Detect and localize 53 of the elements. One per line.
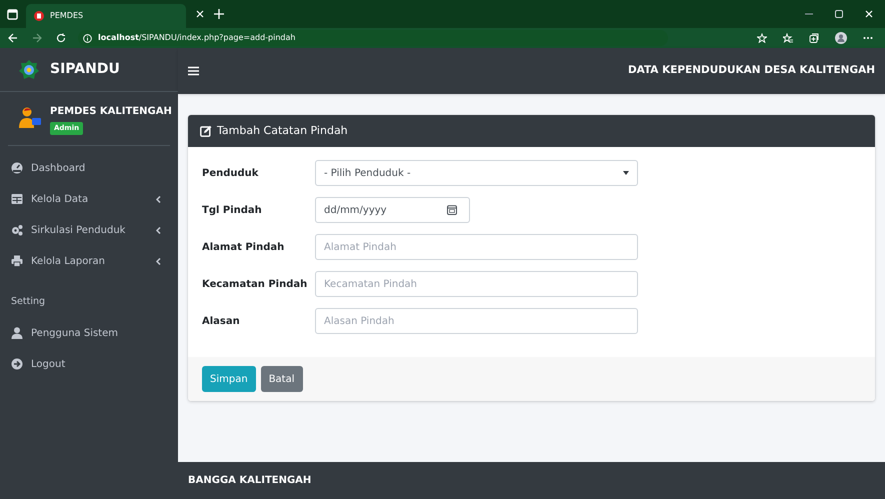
sidebar-item[interactable]: Sirkulasi Penduduk — [8, 214, 170, 246]
menu-icon[interactable] — [188, 66, 199, 76]
input-field[interactable]: Alasan Pindah — [315, 308, 638, 334]
arrow-circle-icon — [11, 358, 23, 370]
close-icon[interactable] — [196, 10, 204, 18]
field-label: Alamat Pindah — [202, 240, 286, 254]
printer-icon — [11, 255, 23, 267]
logo-icon — [18, 58, 40, 80]
sidebar-item[interactable]: Dashboard — [8, 152, 170, 184]
tab-title: PEMDES — [50, 10, 84, 22]
info-icon — [83, 34, 92, 42]
profile-icon[interactable] — [835, 32, 847, 44]
maximize-icon[interactable] — [835, 10, 843, 18]
more-icon[interactable] — [863, 36, 873, 40]
field-label: Penduduk — [202, 166, 260, 180]
favorites-icon[interactable] — [783, 33, 793, 43]
field-label: Alasan — [202, 314, 241, 328]
user-icon — [11, 327, 23, 340]
forward-icon[interactable] — [32, 33, 42, 43]
brand-name[interactable]: SIPANDU — [50, 59, 120, 80]
input-field[interactable]: Kecamatan Pindah — [315, 271, 638, 297]
gears-icon — [11, 224, 23, 236]
sidebar-item[interactable]: Kelola Laporan — [8, 246, 170, 276]
sidebar-item[interactable]: Kelola Data — [8, 184, 170, 214]
table-icon — [11, 193, 23, 205]
gauge-icon — [11, 162, 23, 174]
user-avatar-icon — [18, 106, 42, 130]
collections-icon[interactable] — [809, 33, 819, 43]
new-tab-icon[interactable] — [214, 9, 224, 19]
input-field[interactable]: Alamat Pindah — [315, 234, 638, 260]
cancel-button[interactable]: Batal — [260, 366, 303, 392]
date-field[interactable]: dd/mm/yyyy — [315, 197, 470, 223]
browser-tab[interactable]: PEMDES — [26, 4, 186, 28]
url-text[interactable]: localhost/SIPANDU/index.php?page=add-pindah — [98, 32, 296, 44]
card-title: Tambah Catatan Pindah — [217, 122, 348, 139]
field-label: Tgl Pindah — [202, 204, 263, 218]
menu-section-header: Setting — [10, 294, 46, 308]
sidebar-item[interactable]: Logout — [8, 348, 170, 380]
edit-icon — [200, 125, 212, 137]
select-field[interactable]: - Pilih Penduduk - — [315, 160, 638, 186]
sidebar-item[interactable]: Pengguna Sistem — [8, 318, 170, 349]
favicon-icon — [34, 11, 44, 21]
caret-down-icon — [623, 171, 629, 175]
reload-icon[interactable] — [56, 33, 66, 43]
tab-actions-icon[interactable] — [7, 8, 18, 20]
address-bar[interactable]: localhost/SIPANDU/index.php?page=add-pindah — [78, 30, 668, 46]
field-label: Kecamatan Pindah — [202, 278, 308, 292]
calendar-icon[interactable] — [447, 205, 457, 215]
footer-text: BANGGA KALITENGAH — [188, 474, 312, 488]
close-icon[interactable] — [865, 10, 873, 18]
back-icon[interactable] — [8, 33, 18, 43]
user-name[interactable]: PEMDES KALITENGAH — [50, 104, 172, 119]
navbar-title: DATA KEPENDUDUKAN DESA KALITENGAH — [628, 63, 875, 78]
